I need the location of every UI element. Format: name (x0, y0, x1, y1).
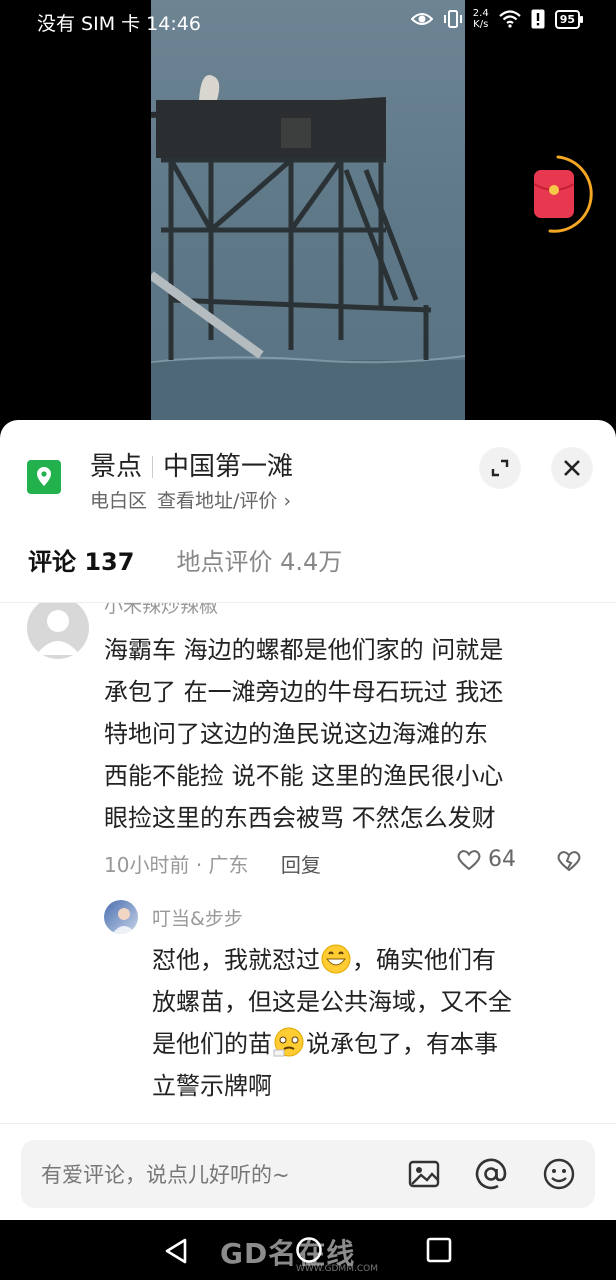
reply-line: 是他们的苗 说承包了，有本事 (152, 1023, 592, 1065)
user-photo-icon (112, 908, 136, 934)
reply-username[interactable]: 叮当&步步 (152, 904, 243, 931)
carrier-time: 没有 SIM 卡 14:46 (37, 13, 201, 35)
comment-line: 承包了 在一滩旁边的牛母石玩过 我还 (104, 678, 504, 706)
comment-sheet: 景点 中国第一滩 电白区 查看地址/评价 › 评论 137 地点评价 4.4万 小禾… (0, 420, 616, 1220)
comment-list[interactable]: 小禾辣炒辣椒 海霸车 海边的螺都是他们家的 问就是 承包了 在一滩旁边的牛母石玩… (0, 603, 616, 1123)
tab-comments-label: 评论 (28, 548, 76, 576)
battery-icon: 95 (554, 9, 584, 29)
tab-bar: 评论 137 地点评价 4.4万 (28, 542, 342, 577)
broken-heart-icon (557, 851, 581, 872)
comment-line: 眼捡这里的东西会被骂 不然怎么发财 (104, 804, 496, 832)
grinning-emoji-icon (321, 944, 351, 974)
eye-icon (410, 13, 433, 25)
avatar[interactable] (27, 603, 89, 659)
vibrate-icon (443, 10, 462, 28)
teary-emoji-icon (273, 1027, 304, 1057)
comment-line: 海霸车 海边的螺都是他们家的 问就是 (104, 636, 504, 664)
tab-comments[interactable]: 评论 137 (28, 542, 134, 577)
comment-text: 海霸车 海边的螺都是他们家的 问就是 承包了 在一滩旁边的牛母石玩过 我还 特地… (104, 629, 594, 839)
like-button[interactable]: 64 (456, 847, 516, 872)
title-divider (152, 456, 154, 478)
comment-location: 广东 (208, 853, 249, 877)
status-bar: 没有 SIM 卡 14:46 2.4 K/s 95 (0, 0, 616, 42)
video-frame[interactable] (151, 0, 465, 420)
close-button[interactable] (551, 447, 593, 489)
red-envelope-icon (533, 155, 593, 233)
default-avatar-icon (36, 610, 80, 655)
reply-line: 怼他，我就怼过 ，确实他们有 (152, 944, 496, 974)
location-pin-icon (27, 460, 61, 494)
comment-meta: 10小时前 · 广东 回复 (104, 849, 321, 878)
alert-icon (531, 9, 545, 29)
reply-text: 怼他，我就怼过 ，确实他们有 放螺苗，但这是公共海域，又不全 是他们的苗 说承包了，… (152, 939, 592, 1107)
poi-title[interactable]: 景点 中国第一滩 (90, 446, 293, 483)
reply-line: 放螺苗，但这是公共海域，又不全 (152, 988, 512, 1016)
watermark-url: WWW.GDMM.COM (296, 1264, 378, 1274)
input-placeholder: 有爱评论，说点儿好听的~ (41, 1163, 290, 1187)
expand-icon (491, 459, 509, 477)
expand-button[interactable] (479, 447, 521, 489)
comment-time: 10小时前 (104, 853, 190, 877)
address-link[interactable]: 查看地址/评价 › (157, 490, 291, 512)
tab-comments-count: 137 (84, 548, 135, 576)
poi-subtitle: 电白区 查看地址/评价 › (90, 486, 291, 513)
tab-reviews-label: 地点评价 (176, 548, 273, 576)
poi-category: 景点 (90, 452, 143, 482)
poi-name: 中国第一滩 (163, 452, 294, 482)
meta-dot: · (195, 853, 209, 877)
dislike-button[interactable] (556, 849, 582, 877)
net-speed: 2.4 K/s (472, 8, 489, 30)
comment-input[interactable]: 有爱评论，说点儿好听的~ (21, 1140, 595, 1208)
avatar[interactable] (104, 900, 138, 934)
tab-reviews-count: 4.4万 (280, 548, 343, 576)
reply-line: 立警示牌啊 (152, 1072, 272, 1100)
system-nav-bar: GD名在线 WWW.GDMM.COM (0, 1220, 616, 1280)
red-packet-button[interactable] (526, 152, 596, 234)
back-icon[interactable] (163, 1237, 189, 1265)
wifi-icon (498, 10, 521, 28)
comment-username[interactable]: 小禾辣炒辣椒 (104, 603, 218, 618)
tab-place-reviews[interactable]: 地点评价 4.4万 (176, 542, 342, 577)
sea-platform-illustration (151, 75, 465, 420)
reply-button[interactable]: 回复 (281, 853, 321, 877)
emoji-icon[interactable] (542, 1157, 576, 1191)
heart-icon (457, 849, 481, 870)
recents-icon[interactable] (426, 1237, 452, 1263)
comment-line: 特地问了这边的渔民说这边海滩的东 (104, 720, 488, 748)
mention-icon[interactable] (474, 1157, 508, 1191)
close-icon (564, 460, 580, 476)
like-count: 64 (488, 847, 516, 872)
status-icons: 2.4 K/s 95 (410, 8, 584, 30)
poi-district: 电白区 (90, 490, 148, 512)
image-icon[interactable] (407, 1157, 441, 1191)
comment-line: 西能不能捡 说不能 这里的渔民很小心 (104, 762, 504, 790)
comment-input-bar: 有爱评论，说点儿好听的~ (0, 1123, 616, 1220)
